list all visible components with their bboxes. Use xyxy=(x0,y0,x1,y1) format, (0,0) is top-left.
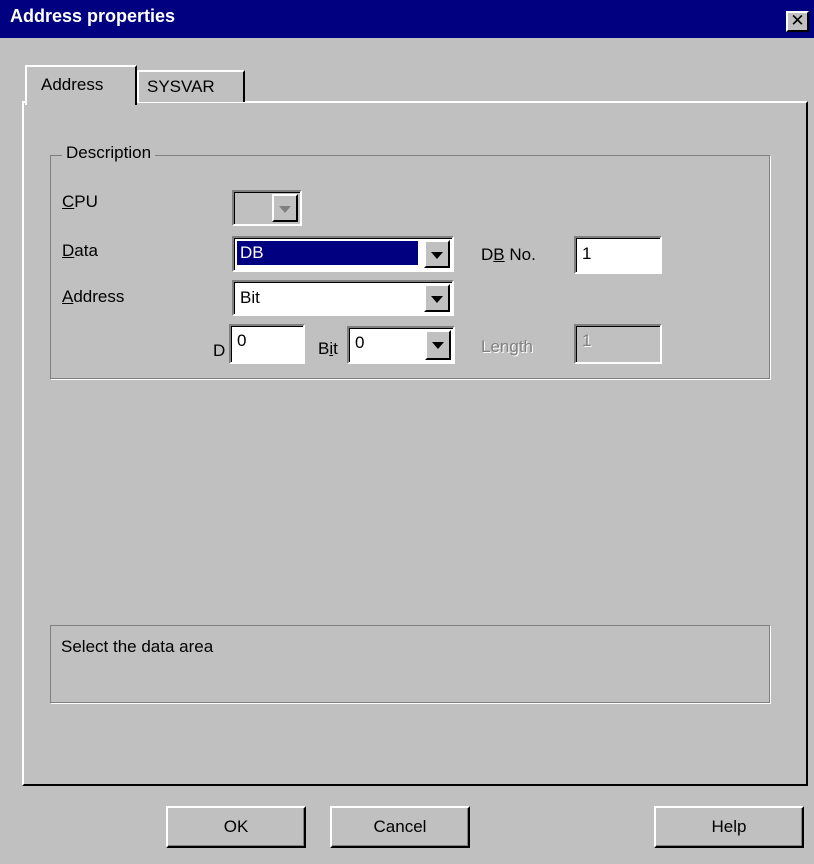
address-label: Address xyxy=(62,287,125,306)
length-value: 1 xyxy=(582,331,592,350)
tab-sysvar[interactable]: SYSVAR xyxy=(137,70,245,102)
cpu-dropdown-button xyxy=(272,194,298,222)
info-box: Select the data area xyxy=(50,625,770,703)
ok-button[interactable]: OK xyxy=(166,806,306,848)
db-no-value: 1 xyxy=(582,244,592,263)
d-value: 0 xyxy=(237,331,247,350)
cancel-button[interactable]: Cancel xyxy=(330,806,470,848)
bit-label: Bit xyxy=(318,339,338,358)
info-text: Select the data area xyxy=(61,637,214,656)
close-icon: ✕ xyxy=(790,11,805,31)
window-title: Address properties xyxy=(10,6,176,26)
address-dropdown-button[interactable] xyxy=(424,284,450,312)
data-label: Data xyxy=(62,241,98,260)
help-button[interactable]: Help xyxy=(654,806,804,848)
bit-dropdown-button[interactable] xyxy=(425,330,451,360)
d-label: D xyxy=(213,341,226,360)
chevron-down-icon xyxy=(279,206,291,213)
db-no-input[interactable]: 1 xyxy=(574,236,662,274)
chevron-down-icon xyxy=(431,252,443,259)
data-dropdown[interactable]: DB xyxy=(232,236,454,272)
address-dropdown-value: Bit xyxy=(240,288,260,307)
length-input: 1 xyxy=(574,324,662,364)
bit-dropdown-value: 0 xyxy=(355,333,365,352)
cpu-dropdown xyxy=(232,190,302,226)
length-label: Length xyxy=(481,337,533,356)
chevron-down-icon xyxy=(432,342,444,349)
tab-address[interactable]: Address xyxy=(25,65,137,105)
address-dropdown[interactable]: Bit xyxy=(232,280,454,316)
db-no-label: DB No. xyxy=(481,245,536,264)
data-dropdown-value: DB xyxy=(236,240,419,266)
data-dropdown-button[interactable] xyxy=(424,240,450,268)
close-button[interactable]: ✕ xyxy=(786,11,809,32)
cpu-label: CPU xyxy=(62,192,98,211)
bit-dropdown[interactable]: 0 xyxy=(347,326,455,364)
chevron-down-icon xyxy=(431,296,443,303)
tab-address-label: Address xyxy=(41,75,104,94)
tab-sysvar-label: SYSVAR xyxy=(147,77,215,96)
d-input[interactable]: 0 xyxy=(229,324,305,364)
description-group-label: Description xyxy=(62,143,156,163)
